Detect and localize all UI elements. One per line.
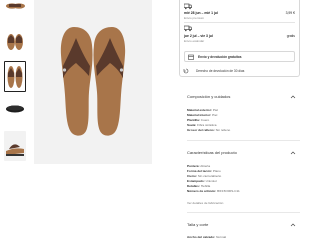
spec-value: BIF15O00S-C11 [217,189,240,193]
spec-label: Forma del tacón: [187,169,212,173]
spec-row: Puntera: Abierta [187,164,210,168]
spec-value: Plano [212,169,221,173]
spec-label: Material exterior: [187,108,212,112]
manufacturing-details-link[interactable]: Ver detalles de fabricación [187,201,223,205]
spec-value: Unicolor [205,179,217,183]
section-divider [187,212,300,213]
shipping-price: 3,99 € [285,11,295,15]
spec-label: Puntera: [187,164,200,168]
shipping-method: Envío estándar [184,39,205,43]
truck-icon [184,25,192,32]
divider [184,22,295,23]
truck-icon [184,3,192,10]
spec-label: Estampado: [187,179,205,183]
spec-value: Piel [212,113,218,117]
spec-value: Sin relleno [215,128,231,132]
return-arrow-icon [183,68,189,74]
spec-value: Piel [212,108,218,112]
section-title: Composición y cuidados [187,94,231,99]
thumb-top-view[interactable] [4,1,26,21]
spec-label: Detalles: [187,184,200,188]
box-icon [188,54,194,60]
shipping-method: Envío premium [184,16,205,20]
spec-row: Forma del tacón: Plano [187,169,221,173]
section-title: Talla y corte [187,222,209,227]
section-title: Características del producto [187,150,237,155]
delivery-options: mié 28 jun – mié 1 jul 3,99 € Envío prem… [179,0,300,77]
shipping-date: jue 2 jul – vie 3 jul [184,34,213,38]
free-returns-text: Envío y devolución gratuitos [198,55,242,59]
spec-value: Abierta [200,164,211,168]
spec-label: Grosor del relleno: [187,128,215,132]
chevron-up-icon [290,151,296,155]
spec-row: Plantilla: Cuero [187,118,209,122]
spec-row: Cierre: Sin cierre/abierto [187,174,221,178]
thumb-pair-top-selected[interactable] [4,61,26,92]
composition-section-header[interactable]: Composición y cuidados [187,94,300,102]
shipping-price: gratis [286,34,295,38]
thumb-pair-front[interactable] [4,28,26,52]
free-returns-banner: Envío y devolución gratuitos [184,51,295,62]
thumb-side[interactable] [4,131,26,161]
spec-value: Fibra sintética [197,123,217,127]
shipping-date: mié 28 jun – mié 1 jul [184,11,218,15]
return-policy-text: Derecho de devolución de 30 días [196,69,245,73]
size-section-header[interactable]: Talla y corte [187,222,300,230]
spec-row: Material interior: Piel [187,113,217,117]
main-product-image[interactable] [34,0,152,164]
section-divider [187,140,300,141]
shipping-option-standard: jue 2 jul – vie 3 jul gratis Envío están… [184,25,295,43]
spec-row: Suela: Fibra sintética [187,123,216,127]
return-policy: Derecho de devolución de 30 días [179,68,300,76]
thumb-sole[interactable] [4,96,26,122]
spec-label: Material interior: [187,113,212,117]
spec-value: Normal [216,235,227,239]
chevron-up-icon [290,95,296,99]
spec-label: Plantilla: [187,118,200,122]
spec-value: Hebilla [200,184,211,188]
spec-value: Sin cierre/abierto [197,174,222,178]
spec-value: Cuero [200,118,210,122]
spec-row: Estampado: Unicolor [187,179,217,183]
shipping-option-premium: mié 28 jun – mié 1 jul 3,99 € Envío prem… [184,3,295,20]
spec-row: Ancho del calzado: Normal [187,235,226,239]
spec-label: Suela: [187,123,197,127]
spec-label: Ancho del calzado: [187,235,216,239]
spec-label: Cierre: [187,174,197,178]
spec-row: Grosor del relleno: Sin relleno [187,128,230,132]
spec-row: Detalles: Hebilla [187,184,210,188]
spec-label: Número de artículo: [187,189,217,193]
spec-row: Material exterior: Piel [187,108,218,112]
spec-row: Número de artículo: BIF15O00S-C11 [187,189,240,193]
chevron-up-icon [290,223,296,227]
features-section-header[interactable]: Características del producto [187,150,300,158]
